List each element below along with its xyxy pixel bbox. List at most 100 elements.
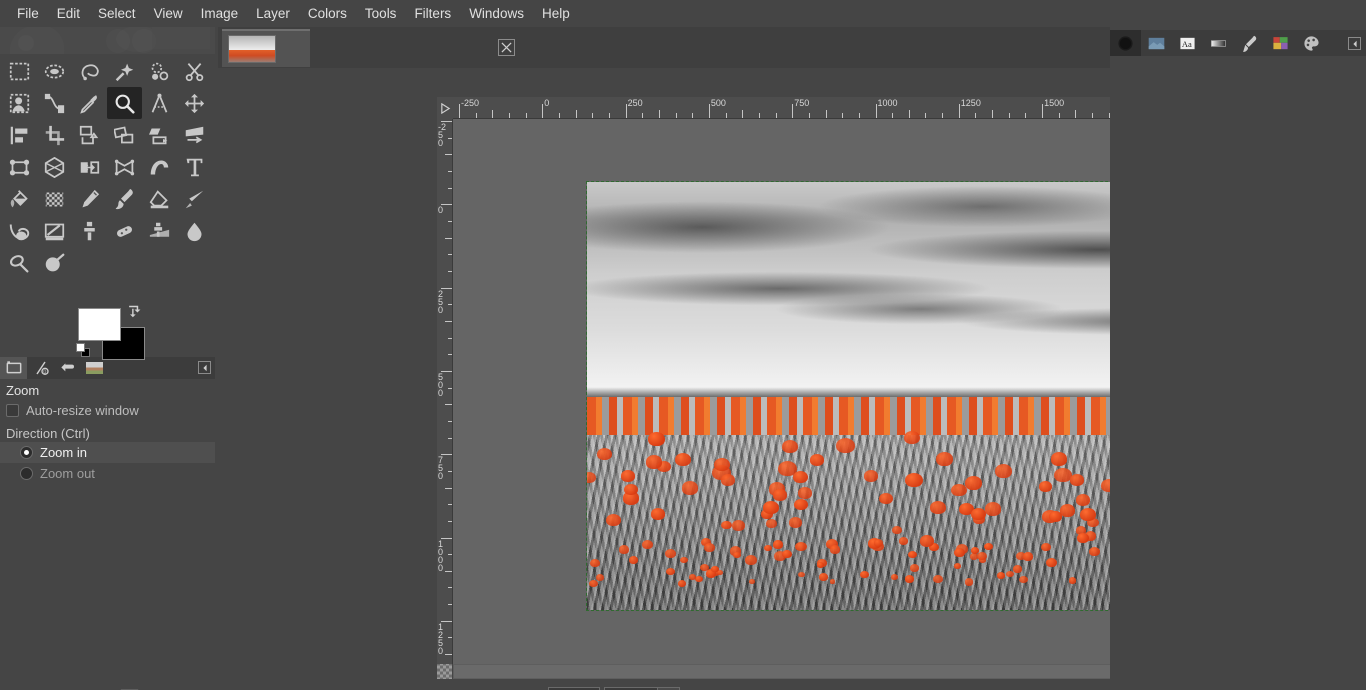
ink-icon[interactable] (2, 215, 37, 247)
mypaint-brush-icon[interactable] (37, 215, 72, 247)
zoom-in-radio[interactable] (20, 446, 33, 459)
vertical-ruler[interactable]: -250 0 250 500 750 1000 1250 (437, 119, 453, 664)
menu-colors[interactable]: Colors (299, 3, 356, 24)
close-image-icon[interactable] (498, 39, 515, 56)
scissors-select-icon[interactable] (177, 55, 212, 87)
zoom-in-option[interactable]: Zoom in (0, 442, 215, 463)
zoom-icon[interactable] (107, 87, 142, 119)
smudge-icon[interactable] (2, 247, 37, 279)
brushes-menu-button[interactable] (1348, 37, 1361, 50)
ruler-minor-tick (808, 113, 810, 118)
scale-icon[interactable] (107, 119, 142, 151)
tab-patterns[interactable] (1141, 30, 1172, 56)
clone-icon[interactable] (72, 215, 107, 247)
menu-help[interactable]: Help (533, 3, 579, 24)
tab-brushes[interactable] (1110, 30, 1141, 56)
gradient-icon[interactable] (37, 183, 72, 215)
poppy-flower (681, 481, 699, 495)
free-select-icon[interactable] (72, 55, 107, 87)
crop-icon[interactable] (37, 119, 72, 151)
menu-filters[interactable]: Filters (405, 3, 460, 24)
menu-edit[interactable]: Edit (48, 3, 89, 24)
tab-palettes[interactable] (1265, 30, 1296, 56)
poppy-flower (1077, 533, 1090, 543)
ruler-minor-tick (1075, 110, 1077, 118)
auto-resize-checkbox[interactable] (6, 404, 19, 417)
ruler-minor-tick (448, 520, 452, 522)
ruler-minor-tick (448, 554, 452, 556)
airbrush-icon[interactable] (177, 183, 212, 215)
eraser-icon[interactable] (142, 183, 177, 215)
poppy-flower (1051, 452, 1068, 466)
menu-view[interactable]: View (145, 3, 192, 24)
warp-transform-icon[interactable] (142, 151, 177, 183)
zoom-out-radio[interactable] (20, 467, 33, 480)
poppy-flower (624, 484, 638, 496)
measure-icon[interactable] (142, 87, 177, 119)
quick-mask-toggle[interactable] (437, 664, 452, 679)
tab-color[interactable] (1296, 30, 1327, 56)
auto-resize-window-option[interactable]: Auto-resize window (0, 400, 215, 421)
ruler-minor-tick (1025, 113, 1027, 118)
ruler-minor-tick (558, 113, 560, 118)
blur-sharpen-icon[interactable] (177, 215, 212, 247)
tab-device-status[interactable]: 0 (27, 357, 54, 379)
poppy-flower (1068, 577, 1077, 584)
fuzzy-select-icon[interactable] (107, 55, 142, 87)
rect-select-icon[interactable] (2, 55, 37, 87)
ruler-minor-tick (908, 110, 910, 118)
ruler-origin-button[interactable] (437, 97, 453, 119)
rotate-icon[interactable] (72, 119, 107, 151)
perspective-icon[interactable] (177, 119, 212, 151)
menu-windows[interactable]: Windows (460, 3, 533, 24)
move-icon[interactable] (177, 87, 212, 119)
poppy-flower (618, 545, 629, 554)
foreground-color-swatch[interactable] (78, 308, 121, 341)
tab-images[interactable] (81, 357, 108, 379)
brushes-dock-tabbar: Aa (1110, 30, 1366, 56)
color-picker-icon[interactable] (72, 87, 107, 119)
tab-fonts[interactable]: Aa (1172, 30, 1203, 56)
menu-image[interactable]: Image (192, 3, 248, 24)
dodge-burn-icon[interactable] (37, 247, 72, 279)
menu-file[interactable]: File (8, 3, 48, 24)
cage-transform-icon[interactable] (107, 151, 142, 183)
poppy-flower (666, 567, 676, 576)
unified-transform-icon[interactable] (2, 151, 37, 183)
poppy-flower (904, 430, 921, 445)
zoom-out-option[interactable]: Zoom out (0, 463, 215, 484)
zoom-out-label: Zoom out (40, 466, 95, 481)
poppy-flower (650, 508, 666, 521)
shear-icon[interactable] (142, 119, 177, 151)
ruler-minor-tick (675, 113, 677, 118)
paths-icon[interactable] (37, 87, 72, 119)
tab-tool-options[interactable] (0, 357, 27, 379)
menu-select[interactable]: Select (89, 3, 145, 24)
heal-icon[interactable] (107, 215, 142, 247)
alignment-icon[interactable] (2, 119, 37, 151)
image-window: -250025050075010001250150017502000 -2500… (215, 27, 1325, 690)
paintbrush-icon[interactable] (107, 183, 142, 215)
reset-colors-icon[interactable] (76, 343, 91, 358)
swap-colors-icon[interactable] (126, 305, 144, 321)
bucket-fill-icon[interactable] (2, 183, 37, 215)
menu-tools[interactable]: Tools (356, 3, 406, 24)
image-tab-field-flowers[interactable] (222, 29, 310, 67)
tab-paint-dynamics[interactable] (1234, 30, 1265, 56)
tool-options-menu-button[interactable] (198, 361, 211, 374)
foreground-select-icon[interactable] (2, 87, 37, 119)
menu-layer[interactable]: Layer (247, 3, 299, 24)
poppy-flower (793, 498, 808, 511)
select-by-color-icon[interactable] (142, 55, 177, 87)
handle-transform-icon[interactable] (37, 151, 72, 183)
ruler-minor-tick (492, 110, 494, 118)
perspective-clone-icon[interactable] (142, 215, 177, 247)
ruler-minor-tick (448, 470, 452, 472)
ellipse-select-icon[interactable] (37, 55, 72, 87)
pencil-icon[interactable] (72, 183, 107, 215)
tab-undo-history[interactable] (54, 357, 81, 379)
text-icon[interactable] (177, 151, 212, 183)
flip-icon[interactable] (72, 151, 107, 183)
tab-gradients[interactable] (1203, 30, 1234, 56)
tool-grid (2, 55, 214, 279)
